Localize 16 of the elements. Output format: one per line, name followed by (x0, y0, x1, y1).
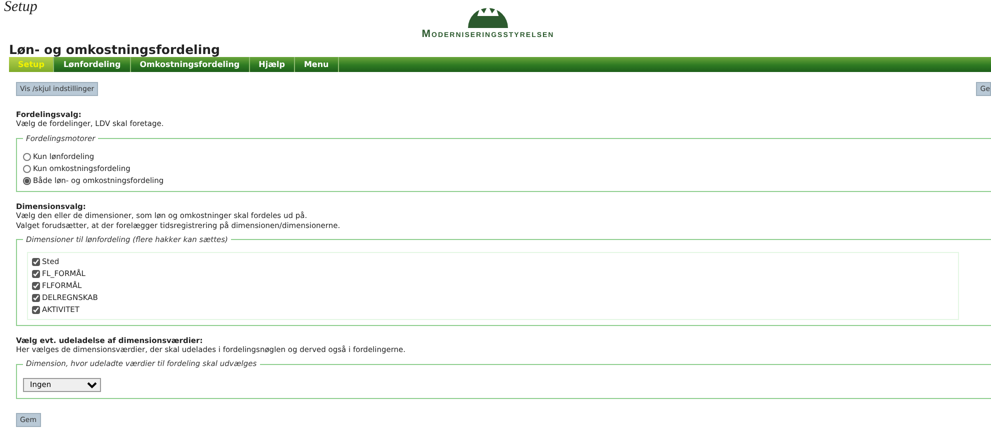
tab[interactable]: Omkostningsfordeling (130, 56, 250, 72)
radio-button[interactable] (23, 177, 31, 185)
radio-button[interactable] (23, 153, 31, 161)
radio-button[interactable] (23, 165, 31, 173)
tab[interactable]: Hjælp (250, 56, 295, 72)
app-title: Løn- og omkostningsfordeling (9, 43, 220, 57)
tab[interactable]: Menu (294, 56, 339, 72)
checkbox[interactable] (32, 270, 40, 278)
checkbox[interactable] (32, 282, 40, 290)
page-heading: Setup (3, 0, 38, 15)
checkbox[interactable] (32, 306, 40, 314)
tab[interactable]: Lønfordeling (54, 56, 131, 72)
checkbox[interactable] (32, 294, 40, 302)
logo-text: Moderniseringsstyrelsen (420, 28, 556, 42)
checkbox[interactable] (32, 258, 40, 266)
crown-logo-icon (468, 8, 508, 28)
